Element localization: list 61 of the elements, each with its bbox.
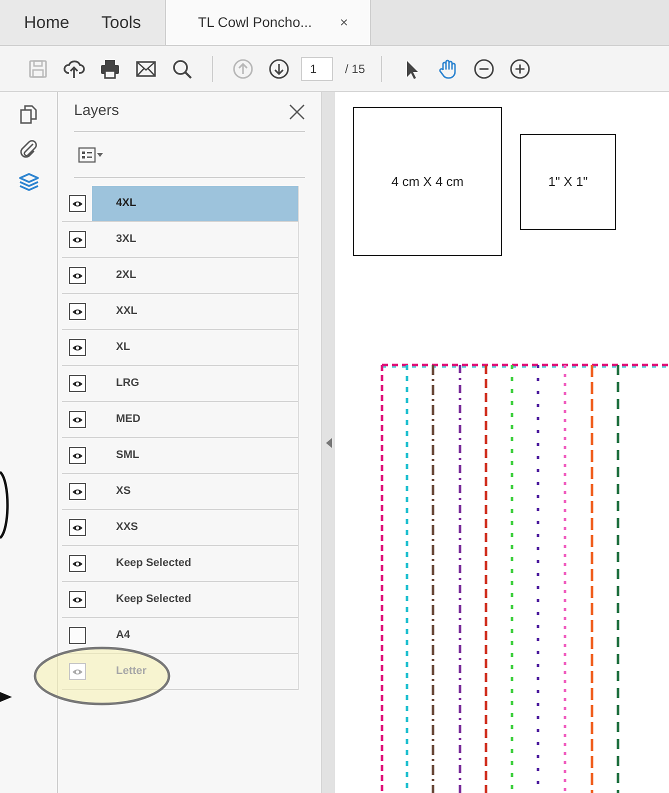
eye-icon (72, 524, 82, 532)
layer-name[interactable]: LRG (92, 366, 298, 401)
layer-name[interactable]: A4 (92, 618, 298, 653)
zoom-out-icon[interactable] (473, 58, 496, 80)
eye-icon (72, 416, 82, 424)
eye-icon (72, 200, 82, 208)
eye-icon (72, 488, 82, 496)
eye-icon (72, 596, 82, 604)
layer-name[interactable]: XXL (92, 294, 298, 329)
close-icon[interactable] (289, 104, 305, 120)
eye-icon (72, 380, 82, 388)
measurement-square: 1" X 1" (520, 134, 616, 230)
visibility-checkbox[interactable] (68, 339, 86, 356)
visibility-checkbox[interactable] (68, 591, 86, 608)
eye-icon (72, 668, 82, 676)
visibility-checkbox[interactable] (68, 303, 86, 320)
layer-name[interactable]: Keep Selected (92, 582, 298, 617)
visibility-checkbox[interactable] (68, 375, 86, 392)
nav-tab[interactable]: Home (24, 0, 70, 45)
eye-icon (72, 308, 82, 316)
visibility-checkbox[interactable] (68, 267, 86, 284)
layer-name[interactable]: XS (92, 474, 298, 509)
visibility-checkbox[interactable] (68, 483, 86, 500)
layer-name[interactable]: 2XL (92, 258, 298, 293)
visibility-checkbox[interactable] (68, 627, 86, 644)
pages-icon[interactable] (18, 104, 40, 126)
eye-icon (72, 236, 82, 244)
collapse-icon[interactable] (326, 438, 332, 448)
close-tab-button[interactable]: × (340, 12, 348, 33)
search-icon[interactable] (171, 58, 193, 80)
layer-name[interactable]: 4XL (92, 186, 298, 221)
visibility-checkbox[interactable] (68, 519, 86, 536)
eye-icon (72, 452, 82, 460)
page-total: / 15 (345, 60, 366, 78)
visibility-checkbox[interactable] (68, 555, 86, 572)
cloud-upload-icon[interactable] (63, 58, 85, 80)
layer-name[interactable]: 3XL (92, 222, 298, 257)
page-number-field[interactable]: 1 (301, 56, 333, 80)
paperclip-icon[interactable] (18, 138, 40, 160)
nav-tab[interactable]: Tools (101, 0, 142, 45)
eye-icon (72, 560, 82, 568)
panel-title: Layers (74, 101, 120, 122)
layer-name[interactable]: XL (92, 330, 298, 365)
layer-name[interactable]: SML (92, 438, 298, 473)
layers-icon[interactable] (18, 172, 40, 194)
arrow-tip-icon (0, 691, 12, 703)
list-options-icon[interactable] (78, 146, 104, 162)
down-arrow-circle-icon[interactable] (268, 58, 290, 80)
eye-icon (72, 272, 82, 280)
eye-icon (72, 344, 82, 352)
layer-name[interactable]: XXS (92, 510, 298, 545)
measurement-square: 4 cm X 4 cm (353, 107, 502, 256)
visibility-checkbox[interactable] (68, 411, 86, 428)
document-tab[interactable]: TL Cowl Poncho... × (166, 0, 372, 45)
visibility-checkbox[interactable] (68, 195, 86, 212)
layer-name[interactable]: Keep Selected (92, 546, 298, 581)
visibility-checkbox[interactable] (68, 231, 86, 248)
zoom-in-icon[interactable] (509, 58, 532, 80)
layer-name[interactable]: MED (92, 402, 298, 437)
visibility-checkbox[interactable] (68, 447, 86, 464)
print-icon[interactable] (99, 58, 121, 80)
